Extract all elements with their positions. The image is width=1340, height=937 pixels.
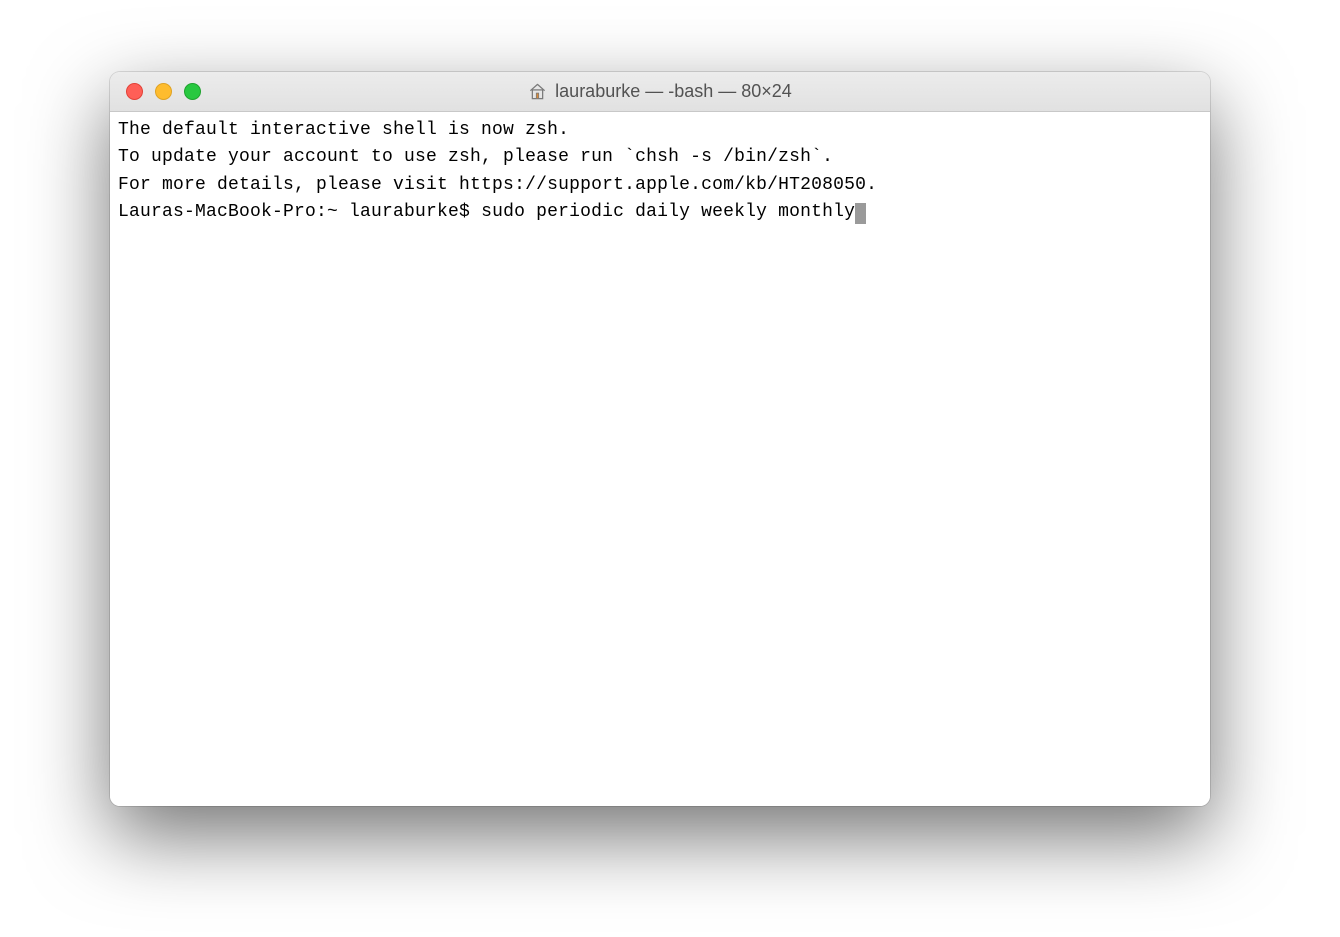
terminal-prompt: Lauras-MacBook-Pro:~ lauraburke$: [118, 202, 481, 222]
cursor-icon: [855, 203, 866, 224]
window-titlebar[interactable]: lauraburke — -bash — 80×24: [110, 72, 1210, 112]
traffic-lights: [110, 83, 201, 100]
close-button[interactable]: [126, 83, 143, 100]
window-title-container: lauraburke — -bash — 80×24: [110, 81, 1210, 102]
terminal-line: The default interactive shell is now zsh…: [118, 117, 1202, 144]
terminal-command: sudo periodic daily weekly monthly: [481, 202, 855, 222]
home-icon: [528, 82, 547, 101]
terminal-line: For more details, please visit https://s…: [118, 172, 1202, 199]
terminal-line: To update your account to use zsh, pleas…: [118, 144, 1202, 171]
terminal-output[interactable]: The default interactive shell is now zsh…: [110, 112, 1210, 806]
window-title: lauraburke — -bash — 80×24: [555, 81, 792, 102]
maximize-button[interactable]: [184, 83, 201, 100]
minimize-button[interactable]: [155, 83, 172, 100]
terminal-window: lauraburke — -bash — 80×24 The default i…: [110, 72, 1210, 806]
